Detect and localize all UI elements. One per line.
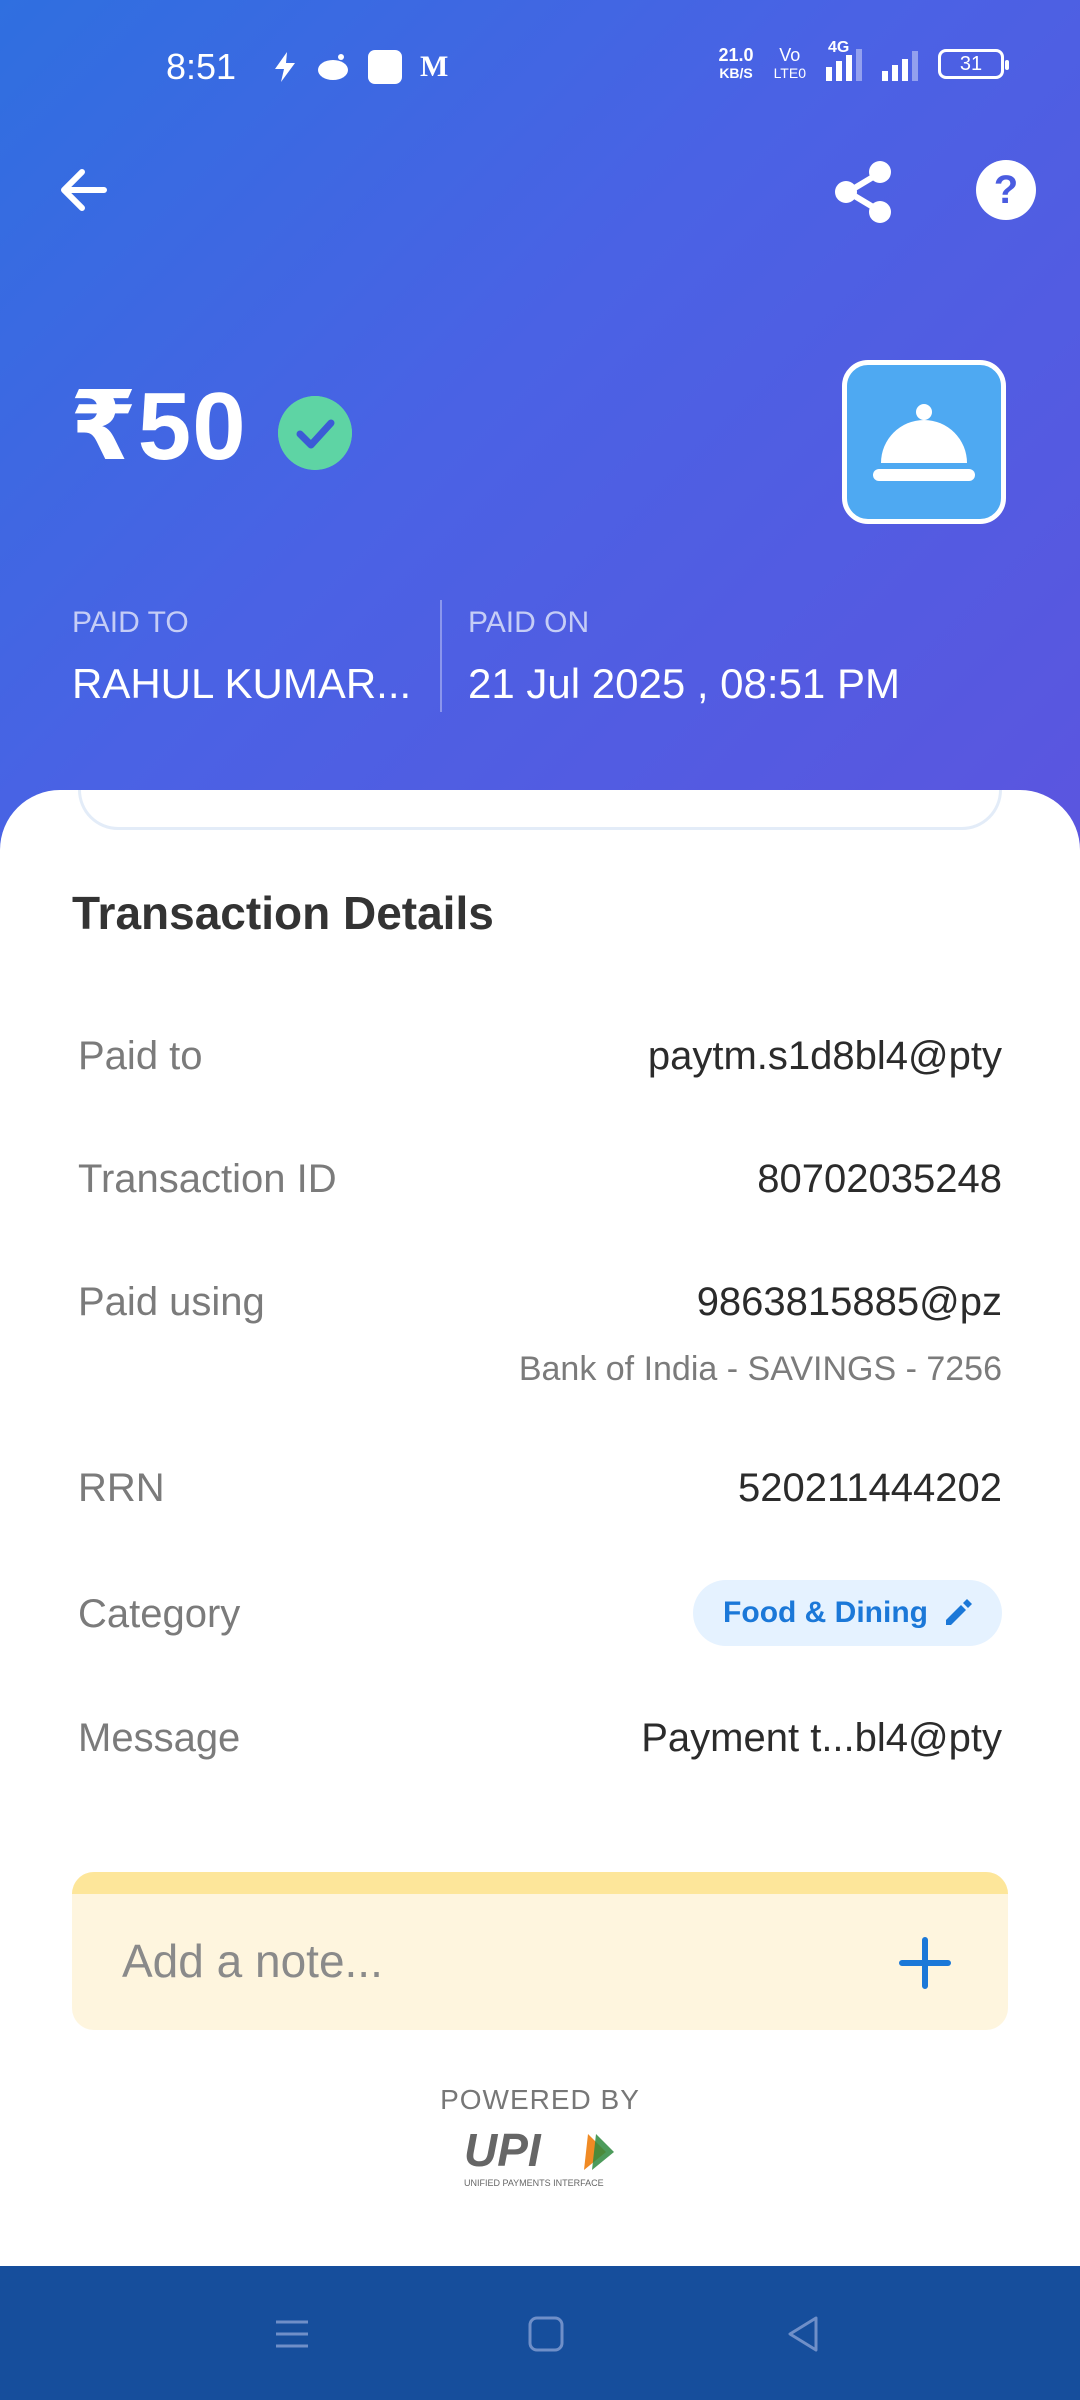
row-label-message: Message xyxy=(78,1716,241,1760)
payment-amount: ₹50 xyxy=(70,373,247,480)
row-value-message: Payment t...bl4@pty xyxy=(641,1716,1002,1760)
net-speed-value: 21.0 xyxy=(718,45,754,65)
row-value-rrn: 520211444202 xyxy=(738,1466,1002,1510)
status-bar: 8:51 M 21.0 KB/S Vo LTE0 4G 31 xyxy=(0,39,1080,96)
category-chip[interactable]: Food & Dining xyxy=(693,1580,1002,1646)
paid-on-label: PAID ON xyxy=(468,606,590,639)
sheet-edge xyxy=(78,790,1002,830)
net-speed: 21.0 KB/S xyxy=(719,46,754,82)
gmail-icon: M xyxy=(420,50,449,83)
details-sheet xyxy=(0,790,1080,2266)
row-label-transaction-id: Transaction ID xyxy=(78,1157,337,1201)
row-label-rrn: RRN xyxy=(78,1466,165,1510)
note-placeholder: Add a note... xyxy=(122,1935,383,1987)
payment-hero: 8:51 M 21.0 KB/S Vo LTE0 4G 31 ? ₹50 PAI… xyxy=(0,0,1080,860)
battery-level: 31 xyxy=(959,53,983,75)
paid-to-value: RAHUL KUMAR... xyxy=(72,660,412,707)
row-value-transaction-id: 80702035248 xyxy=(757,1157,1002,1201)
row-label-paid-to: Paid to xyxy=(78,1034,203,1078)
success-check-icon xyxy=(278,396,352,470)
battery-icon: 31 xyxy=(938,49,1009,79)
home-icon[interactable] xyxy=(522,2310,570,2358)
category-chip-label: Food & Dining xyxy=(723,1596,928,1629)
plus-icon[interactable] xyxy=(898,1936,952,1990)
signal-icon xyxy=(882,47,918,81)
row-sub-bank-account: Bank of India - SAVINGS - 7256 xyxy=(518,1350,1002,1388)
volte-bottom: LTE0 xyxy=(773,65,806,81)
food-cloche-icon xyxy=(842,360,1006,524)
row-label-category: Category xyxy=(78,1592,241,1636)
row-label-paid-using: Paid using xyxy=(78,1280,265,1324)
volte-indicator: Vo LTE0 xyxy=(774,46,806,82)
menu-icon[interactable] xyxy=(268,2310,316,2358)
upi-logo: UPI UNIFIED PAYMENTS INTERFACE xyxy=(464,2124,614,2188)
app-icon xyxy=(368,50,402,84)
back-triangle-icon[interactable] xyxy=(780,2310,828,2358)
help-icon[interactable]: ? xyxy=(976,160,1036,220)
notification-icons: M xyxy=(272,50,448,84)
row-value-paid-using: 9863815885@pz xyxy=(696,1280,1002,1324)
signal-4g-icon: 4G xyxy=(826,39,862,81)
paid-to-label: PAID TO xyxy=(72,606,189,639)
net-speed-unit: KB/S xyxy=(719,65,753,81)
row-value-paid-to: paytm.s1d8bl4@pty xyxy=(647,1034,1002,1078)
lightning-icon xyxy=(275,52,295,82)
arrow-left-icon[interactable] xyxy=(56,162,112,218)
network-type: 4G xyxy=(828,39,850,56)
status-right: 21.0 KB/S Vo LTE0 4G 31 xyxy=(719,39,1009,82)
status-time: 8:51 xyxy=(166,46,237,87)
divider xyxy=(440,600,442,712)
paid-on-value: 21 Jul 2025 , 08:51 PM xyxy=(468,660,900,707)
add-note-field[interactable]: Add a note... xyxy=(72,1872,1008,2030)
share-icon[interactable] xyxy=(832,160,896,224)
help-glyph: ? xyxy=(993,168,1019,212)
volte-top: Vo xyxy=(779,45,801,65)
svg-text:UPI: UPI xyxy=(464,2124,542,2176)
reddit-icon xyxy=(318,54,348,80)
svg-text:UNIFIED PAYMENTS INTERFACE: UNIFIED PAYMENTS INTERFACE xyxy=(464,2178,604,2188)
section-title: Transaction Details xyxy=(72,887,494,939)
powered-by-label: POWERED BY xyxy=(440,2084,640,2115)
pencil-icon xyxy=(946,1599,972,1625)
system-nav-bar xyxy=(0,2266,1080,2400)
